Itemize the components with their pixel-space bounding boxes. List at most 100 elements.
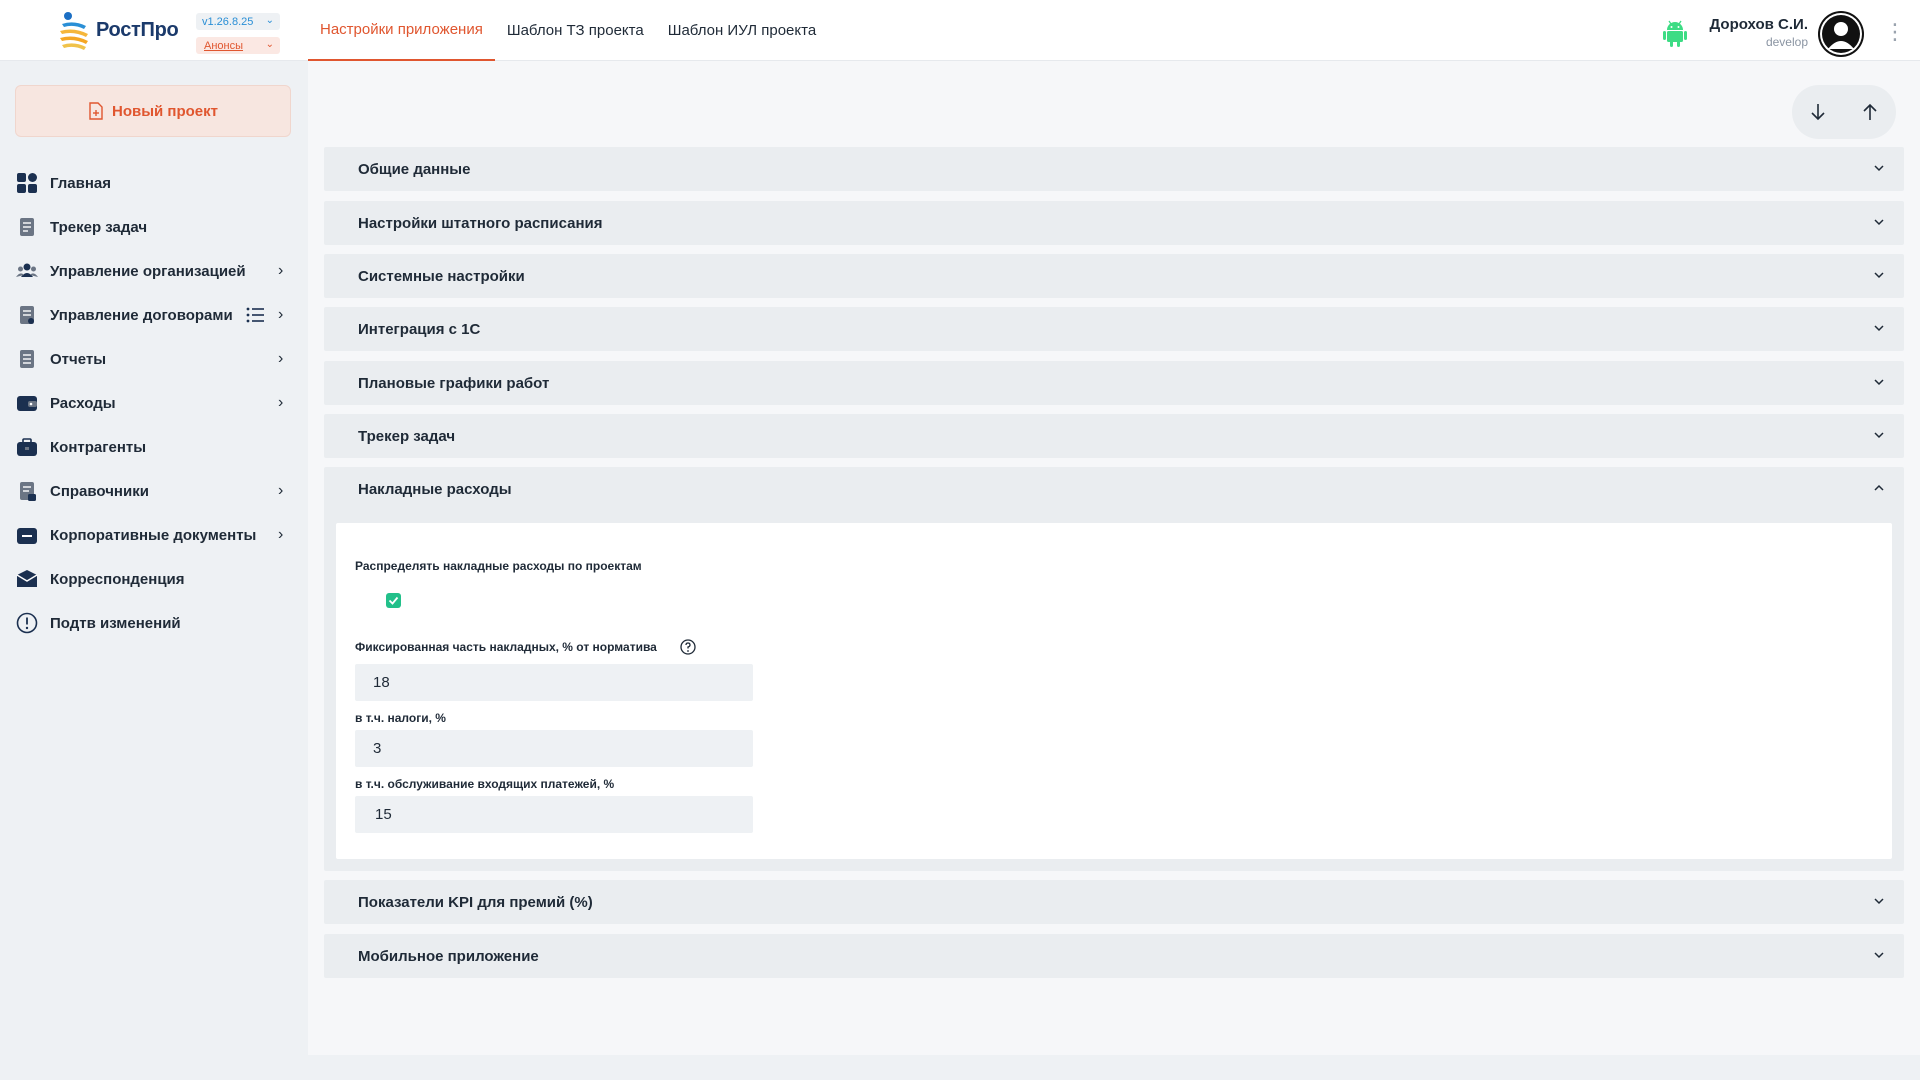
sort-down-button[interactable] (1792, 85, 1844, 139)
section-work-schedules[interactable]: Плановые графики работ (324, 361, 1904, 405)
version-label: v1.26.8.25 (202, 15, 254, 28)
section-header[interactable]: Интеграция с 1С (324, 307, 1904, 351)
sidebar-item-corporate-docs[interactable]: Корпоративные документы › (0, 513, 307, 557)
chevron-right-icon: › (278, 262, 284, 279)
chevron-down-icon (1874, 952, 1884, 959)
logo[interactable]: РостПро (56, 10, 186, 50)
section-header[interactable]: Настройки штатного расписания (324, 201, 1904, 245)
version-selector[interactable]: v1.26.8.25 ⌄ (196, 13, 280, 30)
section-system[interactable]: Системные настройки (324, 254, 1904, 298)
section-staffing[interactable]: Настройки штатного расписания (324, 201, 1904, 245)
arrow-up-icon (1863, 103, 1877, 120)
chevron-down-icon (1874, 432, 1884, 439)
section-header[interactable]: Накладные расходы (324, 467, 1904, 511)
announcements-selector[interactable]: Анонсы ⌄ (196, 37, 280, 54)
chevron-down-icon (1874, 898, 1884, 905)
avatar[interactable] (1818, 11, 1864, 57)
sidebar-item-correspondence[interactable]: Корреспонденция (0, 557, 307, 601)
sidebar-item-label: Справочники (50, 482, 149, 500)
top-bar: РостПро v1.26.8.25 ⌄ Анонсы ⌄ Настройки … (0, 0, 1920, 61)
sort-up-button[interactable] (1844, 85, 1896, 139)
taxes-input[interactable] (355, 730, 753, 767)
section-title: Плановые графики работ (358, 374, 550, 392)
section-header[interactable]: Системные настройки (324, 254, 1904, 298)
sidebar-item-label: Управление организацией (50, 262, 246, 280)
sidebar-item-organization[interactable]: Управление организацией › (0, 249, 307, 293)
arrow-down-icon (1811, 104, 1825, 121)
contracts-icon (16, 304, 38, 326)
tab-tz-template[interactable]: Шаблон ТЗ проекта (495, 0, 656, 61)
chevron-right-icon: › (278, 306, 284, 323)
section-title: Общие данные (358, 160, 471, 178)
sidebar-item-label: Расходы (50, 394, 116, 412)
chevron-down-icon (1874, 219, 1884, 226)
chevron-down-icon: ⌄ (265, 15, 274, 26)
section-task-tracker[interactable]: Трекер задач (324, 414, 1904, 458)
tab-app-settings[interactable]: Настройки приложения (308, 0, 495, 61)
chevron-right-icon: › (278, 526, 284, 543)
chevron-down-icon (1874, 325, 1884, 332)
announcements-label: Анонсы (204, 39, 244, 52)
chevron-down-icon (1874, 379, 1884, 386)
section-general[interactable]: Общие данные (324, 147, 1904, 191)
logo-icon (60, 12, 88, 50)
briefcase-icon (16, 436, 38, 458)
reports-icon (16, 348, 38, 370)
fixed-overhead-input[interactable] (355, 664, 753, 701)
section-1c-integration[interactable]: Интеграция с 1С (324, 307, 1904, 351)
sidebar-item-reports[interactable]: Отчеты › (0, 337, 307, 381)
task-tracker-icon (16, 216, 38, 238)
top-tabs: Настройки приложения Шаблон ТЗ проекта Ш… (308, 0, 828, 61)
sidebar-item-label: Трекер задач (50, 218, 148, 236)
user-role: develop (1765, 35, 1808, 49)
section-header[interactable]: Показатели KPI для премий (%) (324, 880, 1904, 924)
folder-icon (16, 524, 38, 546)
section-header[interactable]: Общие данные (324, 147, 1904, 191)
sidebar-item-handbooks[interactable]: Справочники › (0, 469, 307, 513)
chevron-down-icon: ⌄ (265, 39, 274, 50)
incoming-payments-input[interactable] (355, 796, 753, 833)
sidebar-item-confirm-changes[interactable]: Подтв изменений (0, 601, 307, 645)
sidebar-item-label: Управление договорами (50, 306, 233, 324)
user-name: Дорохов С.И. (1709, 16, 1808, 33)
sidebar-item-counterparties[interactable]: Контрагенты (0, 425, 307, 469)
more-menu-icon[interactable]: ⋮ (1884, 18, 1906, 46)
chevron-right-icon: › (278, 350, 284, 367)
chevron-down-icon (1874, 165, 1884, 172)
sidebar-item-label: Корреспонденция (50, 570, 185, 588)
section-kpi[interactable]: Показатели KPI для премий (%) (324, 880, 1904, 924)
logo-text: РостПро (96, 18, 179, 41)
sidebar-item-label: Отчеты (50, 350, 107, 368)
sidebar-item-main[interactable]: Главная (0, 161, 307, 205)
mail-icon (16, 568, 38, 590)
users-icon (16, 260, 38, 282)
incoming-payments-label: в т.ч. обслуживание входящих платежей, % (355, 777, 615, 791)
chevron-right-icon: › (278, 394, 284, 411)
section-header[interactable]: Трекер задач (324, 414, 1904, 458)
section-mobile-app[interactable]: Мобильное приложение (324, 934, 1904, 978)
new-project-button[interactable]: Новый проект (15, 85, 291, 137)
taxes-label: в т.ч. налоги, % (355, 711, 446, 725)
sort-controls (1792, 85, 1896, 139)
wallet-icon (16, 392, 38, 414)
chevron-down-icon (1874, 272, 1884, 279)
section-overhead: Накладные расходы Распределять накладные… (324, 467, 1904, 871)
handbook-icon (16, 480, 38, 502)
help-icon[interactable] (680, 639, 696, 655)
section-title: Системные настройки (358, 267, 525, 285)
sidebar-item-contracts[interactable]: Управление договорами › (0, 293, 307, 337)
section-header[interactable]: Мобильное приложение (324, 934, 1904, 978)
section-header[interactable]: Плановые графики работ (324, 361, 1904, 405)
sidebar-item-task-tracker[interactable]: Трекер задач (0, 205, 307, 249)
section-title: Показатели KPI для премий (%) (358, 893, 593, 911)
list-icon[interactable] (246, 306, 266, 324)
add-document-icon (89, 102, 103, 120)
android-icon[interactable] (1662, 20, 1688, 48)
dashboard-icon (16, 172, 38, 194)
distribute-overhead-checkbox[interactable] (386, 593, 401, 608)
sidebar-item-expenses[interactable]: Расходы › (0, 381, 307, 425)
fixed-overhead-label: Фиксированная часть накладных, % от норм… (355, 640, 657, 654)
section-title: Настройки штатного расписания (358, 214, 603, 232)
sidebar-item-label: Контрагенты (50, 438, 147, 456)
tab-iul-template[interactable]: Шаблон ИУЛ проекта (656, 0, 828, 61)
